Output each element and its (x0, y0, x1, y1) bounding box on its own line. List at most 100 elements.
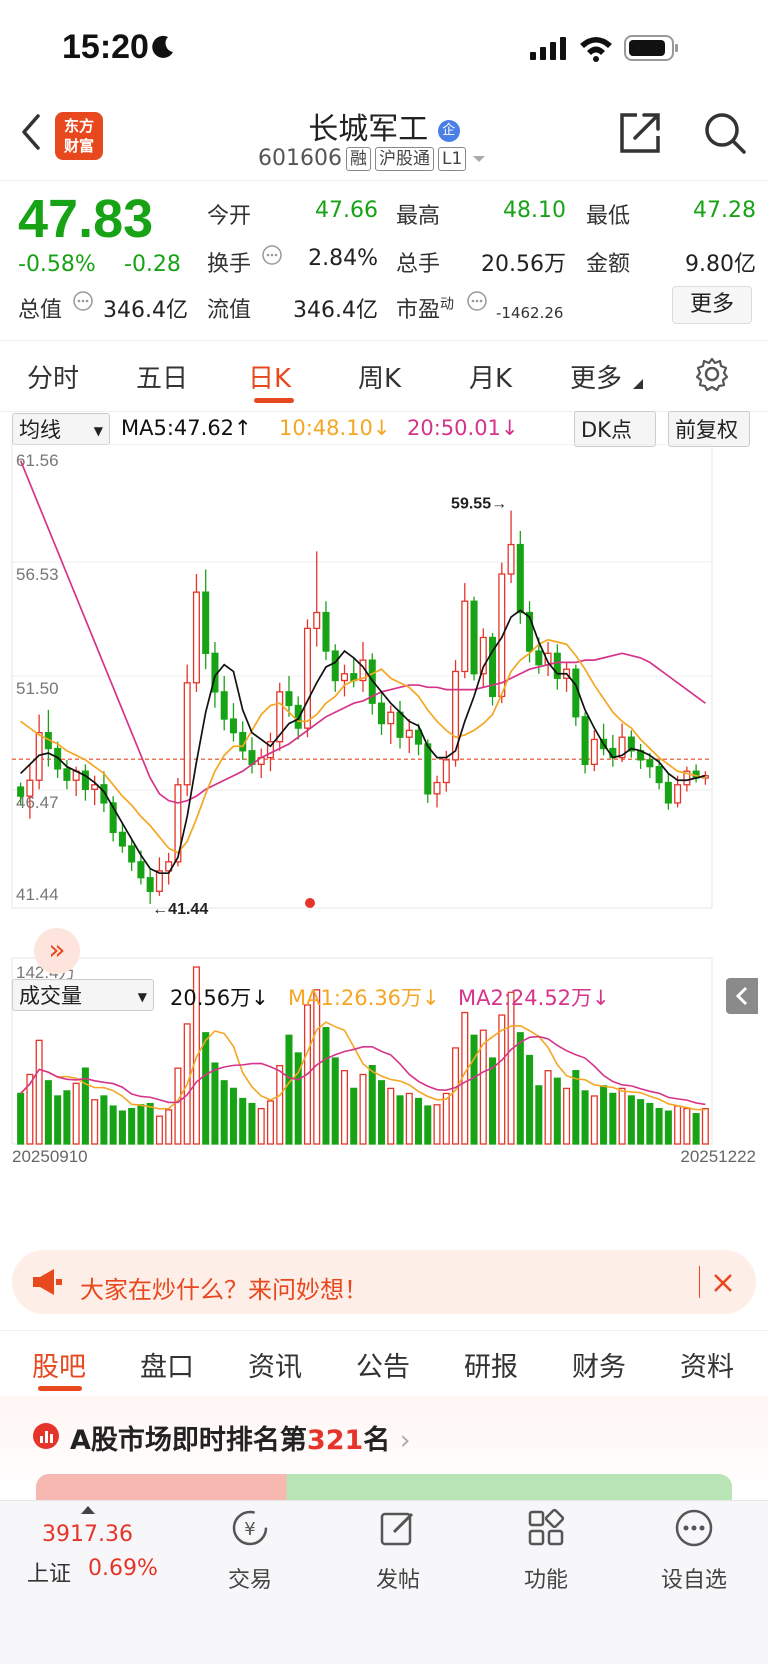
edit-icon (380, 1512, 414, 1546)
indicator-select[interactable]: 均线 ▼ (12, 413, 110, 445)
expand-arrows-icon[interactable]: » (34, 928, 80, 974)
collapse-panel-button[interactable] (726, 978, 758, 1014)
volume-bar (507, 991, 515, 1145)
chevron-left-icon (735, 986, 748, 1006)
tab-five-day[interactable]: 五日 (136, 358, 188, 395)
rank-chart-icon (33, 1423, 59, 1449)
market-rank[interactable]: A股市场即时排名第321名 › (70, 1418, 411, 1457)
nav-trade[interactable]: ¥ 交易 (200, 1508, 300, 1594)
volume-select-label: 成交量 (19, 984, 82, 1008)
megaphone-icon (33, 1269, 62, 1295)
index-value[interactable]: 3917.36 (42, 1522, 133, 1547)
banner-text[interactable]: 大家在炒什么？来问妙想！ (80, 1270, 368, 1305)
volume-bar (405, 1092, 413, 1145)
ma10-text: 10:48.10 (279, 416, 373, 440)
ma20-value: 20:50.01↓ (407, 416, 519, 440)
svg-text:¥: ¥ (244, 1519, 255, 1540)
candle (535, 650, 543, 666)
volume-bar (526, 1054, 534, 1145)
tab-more[interactable]: 更多 (570, 358, 622, 395)
volume-bar (563, 1087, 571, 1145)
volume-bar (137, 1104, 145, 1145)
nav-post[interactable]: 发帖 (348, 1508, 448, 1594)
nav-functions[interactable]: 功能 (496, 1508, 596, 1594)
volume-bar (146, 1102, 154, 1145)
index-name: 上证 (27, 1562, 72, 1587)
tab-intraday[interactable]: 分时 (27, 358, 79, 395)
tab-order-book[interactable]: 盘口 (140, 1345, 194, 1384)
tab-announcements[interactable]: 公告 (356, 1345, 410, 1384)
info-icon[interactable] (72, 290, 94, 312)
change-amount: -0.28 (124, 252, 181, 277)
close-icon[interactable] (712, 1272, 734, 1294)
dk-point-button[interactable]: DK点 (574, 411, 656, 447)
chevron-right-icon: › (399, 1425, 411, 1456)
candle (655, 766, 663, 784)
tab-news[interactable]: 资讯 (248, 1345, 302, 1384)
tab-weekly-k[interactable]: 周K (358, 358, 401, 395)
vol-ma1-text: MA1:26.36万 (288, 986, 423, 1010)
tab-daily-k[interactable]: 日K (248, 358, 291, 395)
trade-icon: ¥ (232, 1510, 268, 1546)
volume-bar (415, 1097, 423, 1145)
tab-monthly-k[interactable]: 月K (469, 358, 512, 395)
candle (322, 611, 330, 652)
ma10-value: 10:48.10↓ (279, 416, 391, 440)
volume-bar (590, 1095, 598, 1145)
candle (489, 636, 497, 698)
high-price-marker: 59.55→ (451, 496, 507, 513)
rank-number: 321 (306, 1425, 364, 1456)
volume-bar (100, 1095, 108, 1145)
gear-icon[interactable] (694, 356, 730, 392)
tab-profile[interactable]: 资料 (680, 1345, 734, 1384)
candle (415, 729, 423, 745)
signal-icon (530, 37, 566, 60)
candle (303, 627, 311, 729)
nav-add-watchlist[interactable]: 设自选 (644, 1508, 744, 1594)
candle (340, 673, 349, 682)
tab-finance[interactable]: 财务 (572, 1345, 626, 1384)
stock-name: 长城军工 (308, 112, 429, 147)
more-button[interactable]: 更多 (672, 286, 752, 324)
tab-forum[interactable]: 股吧 (32, 1345, 86, 1384)
info-icon[interactable] (261, 244, 283, 266)
turnover-label: 换手 (207, 252, 252, 277)
ma5-value: MA5:47.62↑ (121, 416, 252, 440)
candle (507, 543, 515, 575)
candle (26, 779, 34, 797)
tab-research[interactable]: 研报 (464, 1345, 518, 1384)
share-icon[interactable] (617, 110, 663, 156)
open-label: 今开 (207, 204, 252, 229)
caret-up-icon (81, 1506, 95, 1514)
volume-bar (489, 1057, 497, 1145)
kline-chart[interactable]: 61.5656.5351.5046.4741.44 59.55→←41.44 1… (0, 444, 768, 1244)
volume-bar (72, 1082, 80, 1145)
search-icon[interactable] (702, 110, 748, 156)
candle (674, 784, 682, 804)
volume-value: 20.56万↓ (170, 986, 269, 1010)
volume-bar (627, 1095, 635, 1145)
volume-bar (452, 1047, 460, 1145)
candle (183, 682, 191, 786)
volume-bar (63, 1090, 71, 1145)
volume-bar (674, 1105, 682, 1145)
total-value-label: 总值 (18, 298, 63, 323)
tag-margin: 融 (345, 146, 371, 171)
apps-icon (528, 1508, 565, 1546)
volume-bar (44, 1080, 52, 1145)
volume-indicator-select[interactable]: 成交量 ▼ (12, 979, 154, 1011)
info-icon[interactable] (466, 290, 488, 312)
volume-bar (285, 1034, 293, 1145)
tag-connect: 沪股通 (374, 146, 434, 171)
low-label: 最低 (586, 204, 631, 229)
volume-bar (239, 1097, 247, 1145)
moon-icon (152, 35, 173, 58)
candle (313, 611, 321, 630)
low-price-marker: ←41.44 (152, 901, 208, 918)
caret-down-icon: ▼ (137, 990, 147, 1004)
nav-trade-label: 交易 (227, 1568, 272, 1593)
candle (433, 781, 441, 795)
adjust-button[interactable]: 前复权 (668, 411, 750, 447)
dropdown-icon[interactable] (470, 152, 488, 166)
candle (118, 831, 126, 847)
